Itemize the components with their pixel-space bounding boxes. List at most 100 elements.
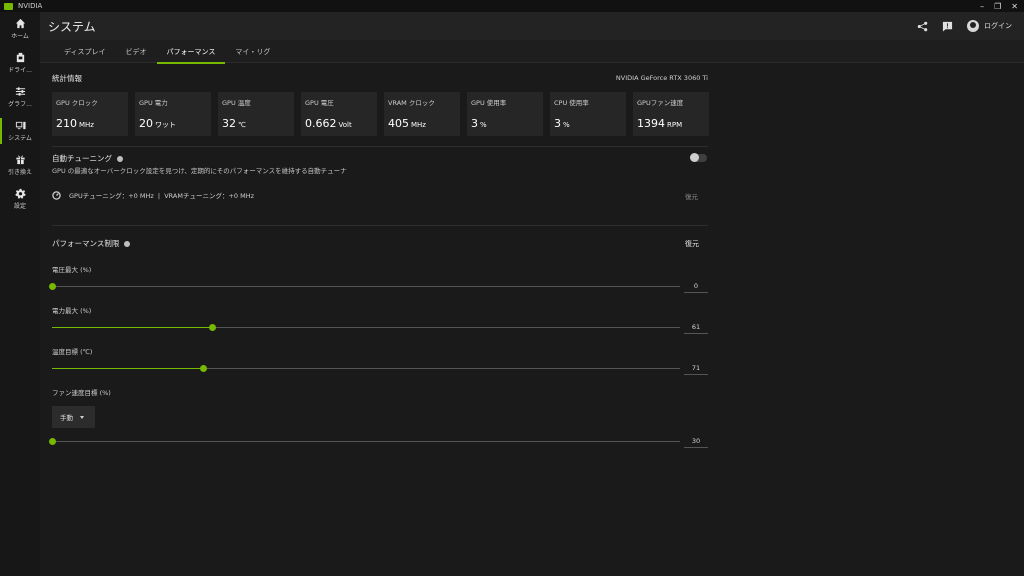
sidebar-item-graphics[interactable]: グラフ... <box>0 80 40 114</box>
sidebar-item-driver[interactable]: ドライ... <box>0 46 40 80</box>
speedometer-icon <box>52 190 61 200</box>
stat-value-wrap: 210 MHz <box>56 117 124 130</box>
sidebar-item-label: 引き換え <box>7 169 32 176</box>
power-max-slider[interactable] <box>52 324 680 331</box>
slider-handle[interactable] <box>209 324 217 331</box>
login-label: ログイン <box>984 22 1012 30</box>
tuning-status-row: GPUチューニング：+0 MHz | VRAMチューニング：+0 MHz <box>52 190 254 200</box>
fan-mode-dropdown[interactable]: 手動 <box>52 406 95 428</box>
sidebar: ホーム ドライ... グラフ... システム 引き換え 設定 <box>0 12 40 576</box>
main-content: 統計情報 NVIDIA GeForce RTX 3060 Ti GPU クロック… <box>40 64 1024 576</box>
stats-grid: GPU クロック 210 MHz GPU 電力 20 ワット GPU 温度 32 ℃ … <box>52 92 709 136</box>
stat-value: 1394 <box>637 117 665 130</box>
info-icon[interactable] <box>117 156 123 162</box>
nvidia-logo-icon <box>4 2 13 10</box>
slider-handle[interactable] <box>49 438 56 445</box>
sidebar-item-label: グラフ... <box>8 101 32 108</box>
sidebar-item-redeem[interactable]: 引き換え <box>0 148 40 182</box>
stat-value-wrap: 3% <box>471 117 539 130</box>
auto-tuning-title: 自動チューニング <box>52 154 112 163</box>
info-icon[interactable] <box>124 241 131 247</box>
slider-handle[interactable] <box>200 365 208 372</box>
stat-unit: MHz <box>79 121 94 129</box>
voltage-max-label: 電圧最大 (%) <box>52 266 92 274</box>
stat-label: VRAM クロック <box>388 99 435 107</box>
tab-performance[interactable]: パフォーマンス <box>156 40 226 64</box>
stat-label: GPU 電力 <box>139 99 168 107</box>
perf-limits-title: パフォーマンス制限 <box>52 239 120 248</box>
title-bar: NVIDIA – ❐ ✕ <box>0 0 1024 12</box>
stat-value-wrap: 20 ワット <box>139 117 207 130</box>
minimize-icon[interactable]: – <box>980 2 984 11</box>
tab-display[interactable]: ディスプレイ <box>54 40 116 63</box>
stat-unit: RPM <box>667 121 683 129</box>
share-icon[interactable] <box>917 21 928 32</box>
sidebar-item-system[interactable]: システム <box>0 114 40 148</box>
fan-mode-value: 手動 <box>60 414 73 422</box>
auto-tuning-restore-button[interactable]: 復元 <box>685 191 698 201</box>
login-button[interactable]: ログイン <box>967 20 1012 32</box>
tab-my-rig[interactable]: マイ・リグ <box>225 40 280 63</box>
stat-unit: Volt <box>338 121 352 129</box>
driver-icon <box>16 52 24 63</box>
stat-value: 405 <box>388 117 409 130</box>
tuning-status: GPUチューニング：+0 MHz | VRAMチューニング：+0 MHz <box>69 192 255 200</box>
sidebar-item-home[interactable]: ホーム <box>0 12 40 46</box>
gift-icon <box>15 155 25 165</box>
stat-card: CPU 使用率 3% <box>550 92 626 136</box>
maximize-icon[interactable]: ❐ <box>994 2 1001 11</box>
temp-target-label: 温度目標 (℃) <box>52 348 93 356</box>
stat-value: 3 <box>554 117 561 130</box>
sidebar-item-label: ドライ... <box>8 67 32 74</box>
auto-tuning-toggle[interactable] <box>690 153 707 162</box>
stat-label: GPUファン速度 <box>637 99 684 107</box>
stat-label: GPU クロック <box>56 99 98 107</box>
header: システム ログイン <box>40 12 1024 40</box>
auto-tuning-title-wrap: 自動チューニング <box>52 153 123 164</box>
stat-value: 3 <box>471 117 478 130</box>
gpu-name: NVIDIA GeForce RTX 3060 Ti <box>615 74 708 82</box>
stat-value: 210 <box>56 117 77 130</box>
stat-unit: % <box>480 121 487 129</box>
perf-limits-title-wrap: パフォーマンス制限 <box>52 238 131 249</box>
slider-handle[interactable] <box>49 283 56 290</box>
sidebar-item-label: システム <box>8 135 32 142</box>
close-icon[interactable]: ✕ <box>1011 2 1018 11</box>
gear-icon <box>14 188 26 199</box>
fan-speed-target-slider[interactable] <box>49 438 680 445</box>
stat-card: GPU 電力 20 ワット <box>135 92 211 136</box>
power-max-label: 電力最大 (%) <box>52 307 92 315</box>
sidebar-item-label: ホーム <box>11 33 29 40</box>
stat-label: GPU 電圧 <box>305 99 334 107</box>
stat-card: GPU 温度 32 ℃ <box>218 92 294 136</box>
voltage-max-value[interactable]: 0 <box>684 282 708 293</box>
stat-label: GPU 使用率 <box>471 99 507 107</box>
stat-value-wrap: 1394 RPM <box>637 117 705 130</box>
app-title: NVIDIA <box>18 2 43 10</box>
temp-target-slider[interactable] <box>52 365 680 372</box>
stat-card: GPU 使用率 3% <box>467 92 543 136</box>
fan-speed-target-label: ファン速度目標 (%) <box>52 389 111 397</box>
feedback-icon[interactable] <box>942 21 953 32</box>
stat-unit: % <box>563 121 570 129</box>
stat-value-wrap: 32 ℃ <box>222 117 290 130</box>
temp-target-value[interactable]: 71 <box>684 364 708 375</box>
home-icon <box>15 18 25 29</box>
fan-speed-target-value[interactable]: 30 <box>684 437 708 448</box>
divider <box>52 225 708 226</box>
power-max-value[interactable]: 61 <box>684 323 708 334</box>
window-controls: – ❐ ✕ <box>980 0 1018 12</box>
voltage-max-slider[interactable] <box>49 283 680 290</box>
perf-limits-restore-button[interactable]: 復元 <box>685 239 699 249</box>
auto-tuning-description: GPU の最適なオーバークロック設定を見つけ、定期的にそのパフォーマンスを維持す… <box>52 167 347 175</box>
stat-card: GPUファン速度 1394 RPM <box>633 92 709 136</box>
tab-bar: ディスプレイ ビデオ パフォーマンス マイ・リグ <box>40 40 1024 64</box>
sidebar-item-settings[interactable]: 設定 <box>0 182 40 216</box>
tab-video[interactable]: ビデオ <box>116 40 157 63</box>
stat-unit: ℃ <box>238 121 246 129</box>
stat-value-wrap: 0.662 Volt <box>305 117 373 130</box>
slider-fill <box>52 327 213 328</box>
slider-fill <box>52 368 204 369</box>
stat-unit: MHz <box>411 121 426 129</box>
avatar <box>967 20 979 32</box>
